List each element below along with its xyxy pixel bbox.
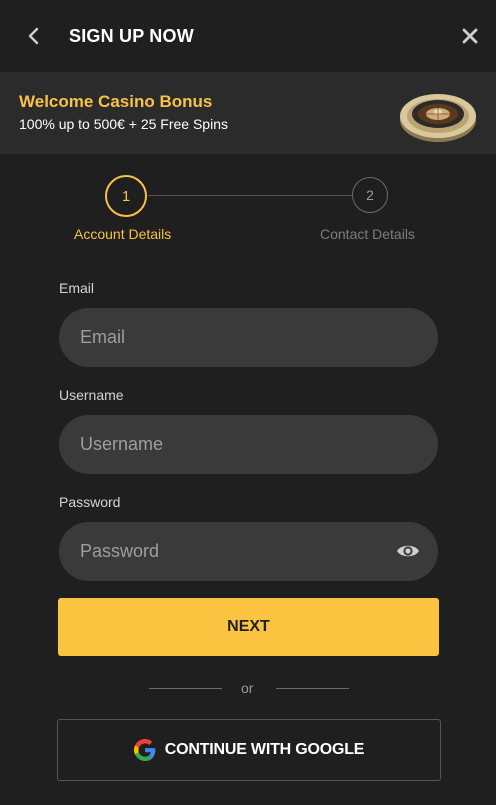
email-field-container [59,308,438,367]
divider-left [149,688,222,689]
google-button-label: CONTINUE WITH GOOGLE [164,741,365,758]
username-field[interactable] [59,415,438,474]
password-field-container [59,522,438,581]
next-button[interactable]: NEXT [58,598,439,656]
chevron-left-icon [28,27,39,45]
roulette-wheel-image [400,94,476,142]
bonus-title: Welcome Casino Bonus [19,92,213,111]
step-1-indicator: 1 [105,175,147,217]
username-field-container [59,415,438,474]
email-label: Email [59,280,95,296]
email-field[interactable] [59,308,438,367]
close-button[interactable] [456,22,484,50]
eye-icon [397,545,419,557]
show-password-toggle[interactable] [396,541,420,561]
username-label: Username [59,387,124,403]
password-label: Password [59,494,121,510]
page-title: SIGN UP NOW [69,26,194,46]
password-field[interactable] [59,522,438,581]
bonus-banner: Welcome Casino Bonus 100% up to 500€ + 2… [0,72,496,154]
google-icon [133,739,156,761]
close-icon [462,28,478,44]
step-2-label: Contact Details [320,226,415,242]
signup-stepper: 1 2 Account Details Contact Details [0,170,496,250]
header: SIGN UP NOW [0,0,496,72]
step-connector [148,195,352,196]
step-2-indicator: 2 [352,177,388,213]
step-1-label: Account Details [74,226,172,242]
bonus-subtitle: 100% up to 500€ + 25 Free Spins [19,116,228,132]
continue-with-google-button[interactable]: CONTINUE WITH GOOGLE [57,719,441,781]
back-button[interactable] [20,22,48,50]
divider-right [276,688,349,689]
or-divider-text: or [241,680,254,696]
